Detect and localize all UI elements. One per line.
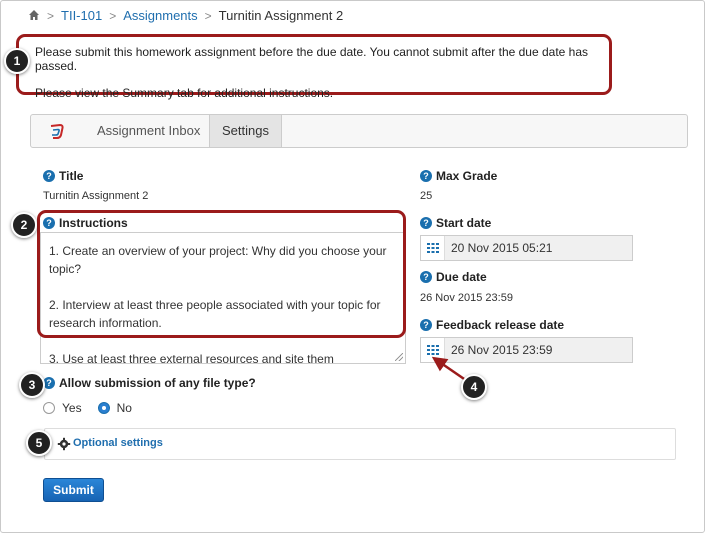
turnitin-logo-icon xyxy=(50,123,64,139)
callout-badge-1: 1 xyxy=(4,48,30,74)
optional-settings-link[interactable]: Optional settings xyxy=(73,437,163,449)
max-grade-value: 25 xyxy=(420,190,433,202)
instruction-line: 1. Create an overview of your project: W… xyxy=(49,244,387,276)
radio-no[interactable] xyxy=(97,402,110,414)
instruction-line: 3. Use at least three external resources… xyxy=(49,352,334,364)
tab-bar: Assignment Inbox Settings xyxy=(30,114,688,148)
callout-badge-2: 2 xyxy=(11,212,37,238)
max-grade-label: ? Max Grade xyxy=(420,169,497,183)
help-icon[interactable]: ? xyxy=(43,216,55,229)
calendar-icon[interactable] xyxy=(421,236,445,260)
feedback-release-label: ? Feedback release date xyxy=(420,318,564,332)
home-icon[interactable] xyxy=(28,9,40,21)
optional-settings-panel[interactable]: Optional settings xyxy=(44,428,676,460)
resize-handle-icon[interactable] xyxy=(395,353,403,361)
tab-assignment-inbox[interactable]: Assignment Inbox xyxy=(85,115,212,147)
radio-yes-label: Yes xyxy=(62,401,82,415)
help-icon[interactable]: ? xyxy=(420,169,432,182)
help-icon[interactable]: ? xyxy=(420,216,432,229)
breadcrumb: > TII-101 > Assignments > Turnitin Assig… xyxy=(28,8,343,23)
file-type-radio-group: Yes No xyxy=(43,401,132,415)
help-icon[interactable]: ? xyxy=(43,169,55,182)
callout-badge-5: 5 xyxy=(26,430,52,456)
help-icon[interactable]: ? xyxy=(420,270,432,283)
chevron-right-icon: > xyxy=(47,8,55,23)
start-date-value: 20 Nov 2015 05:21 xyxy=(451,241,553,255)
callout-badge-4: 4 xyxy=(461,374,487,400)
alert-line-2: Please view the Summary tab for addition… xyxy=(35,86,334,100)
title-value: Turnitin Assignment 2 xyxy=(43,190,149,202)
help-icon[interactable]: ? xyxy=(420,318,432,331)
due-date-value: 26 Nov 2015 23:59 xyxy=(420,292,513,304)
breadcrumb-assignments-link[interactable]: Assignments xyxy=(123,8,197,23)
assignment-alert: Please submit this homework assignment b… xyxy=(16,34,612,100)
allow-file-type-label: ? Allow submission of any file type? xyxy=(43,376,256,390)
breadcrumb-current: Turnitin Assignment 2 xyxy=(218,8,344,23)
radio-no-label: No xyxy=(116,401,132,415)
tab-settings[interactable]: Settings xyxy=(209,115,282,147)
instructions-label: ? Instructions xyxy=(43,216,128,230)
gear-icon xyxy=(57,437,71,451)
callout-badge-3: 3 xyxy=(19,372,45,398)
radio-yes[interactable] xyxy=(43,402,55,414)
instruction-line: 2. Interview at least three people assoc… xyxy=(49,298,381,330)
alert-line-1: Please submit this homework assignment b… xyxy=(35,45,589,73)
submit-button[interactable]: Submit xyxy=(43,478,104,502)
start-date-label: ? Start date xyxy=(420,216,491,230)
chevron-right-icon: > xyxy=(109,8,117,23)
breadcrumb-course-link[interactable]: TII-101 xyxy=(61,8,102,23)
due-date-label: ? Due date xyxy=(420,270,487,284)
title-label: ? Title xyxy=(43,169,83,183)
instructions-textarea[interactable]: 1. Create an overview of your project: W… xyxy=(40,232,406,364)
chevron-right-icon: > xyxy=(204,8,212,23)
start-date-field[interactable]: 20 Nov 2015 05:21 xyxy=(420,235,633,261)
